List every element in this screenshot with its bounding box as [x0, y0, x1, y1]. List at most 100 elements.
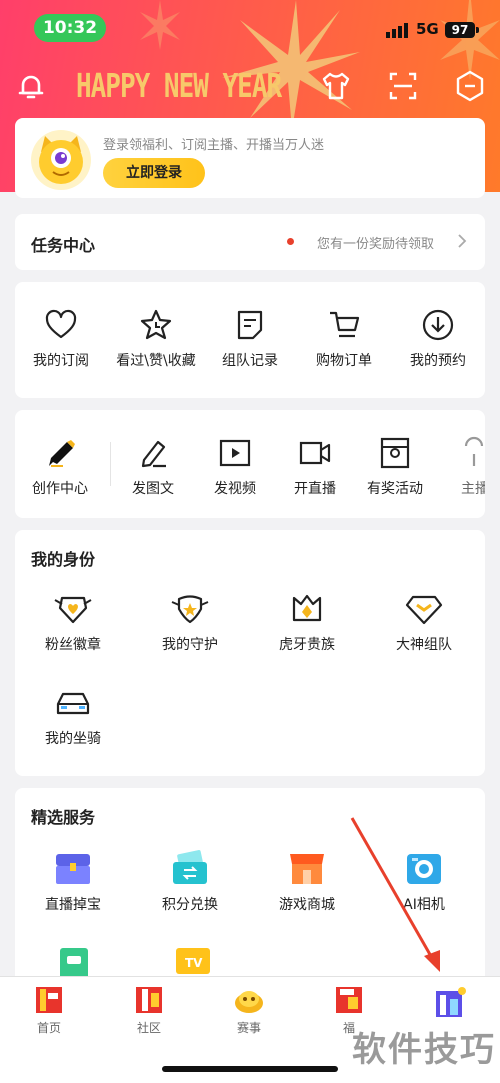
identity-fan-badge[interactable]: 粉丝徽章	[30, 592, 116, 654]
quick-link-label: 购物订单	[316, 353, 372, 369]
tab-home[interactable]: 首页	[9, 985, 89, 1036]
quick-link-label: 组队记录	[222, 353, 278, 369]
watermark-text: 软件技巧	[352, 1030, 496, 1070]
quick-link-history[interactable]: 看过\赞\收藏	[113, 308, 199, 370]
service-ai-camera[interactable]: AI相机	[381, 850, 467, 914]
create-label: 主播	[461, 481, 485, 497]
cart-icon	[330, 311, 360, 338]
edit-icon	[141, 440, 166, 468]
create-label: 发视频	[214, 481, 256, 497]
identity-my-mount[interactable]: 我的坐骑	[30, 686, 116, 748]
quick-link-label: 看过\赞\收藏	[116, 353, 196, 369]
identity-label: 大神组队	[396, 637, 452, 653]
service-game-mall[interactable]: 游戏商城	[264, 850, 350, 914]
create-label: 发图文	[132, 481, 174, 497]
identity-title: 我的身份	[31, 550, 96, 569]
create-label: 有奖活动	[367, 481, 423, 497]
tab-community[interactable]: 社区	[109, 985, 189, 1036]
divider	[110, 442, 111, 486]
services-title: 精选服务	[31, 808, 96, 827]
login-card: 登录领福利、订阅主播、开播当万人迷 立即登录	[15, 118, 485, 198]
status-bar: 10:32 5G 97	[0, 0, 500, 56]
star-clock-icon	[140, 309, 172, 340]
battery-icon: 97	[445, 22, 475, 38]
avatar[interactable]	[29, 128, 93, 192]
heart-icon	[45, 309, 77, 339]
services-card: 精选服务 直播掉宝 积分兑换 游戏商城 AI相机 TV	[15, 788, 485, 988]
prize-events[interactable]: 有奖活动	[355, 436, 435, 498]
quick-links-card: 我的订阅 看过\赞\收藏 组队记录 购物订单 我的预约	[15, 282, 485, 398]
quick-link-reservations[interactable]: 我的预约	[395, 308, 481, 370]
shop-icon	[290, 854, 324, 884]
post-video[interactable]: 发视频	[195, 436, 275, 498]
task-center-card[interactable]: 任务中心 您有一份奖励待领取	[15, 214, 485, 270]
identity-label: 虎牙贵族	[279, 637, 335, 653]
quick-link-orders[interactable]: 购物订单	[301, 308, 387, 370]
guard-icon	[171, 595, 209, 624]
exchange-icon	[173, 850, 207, 884]
status-time: 10:32	[34, 14, 106, 42]
service-label: 积分兑换	[162, 897, 218, 913]
quick-link-team-records[interactable]: 组队记录	[207, 308, 293, 370]
service-label: 直播掉宝	[45, 897, 101, 913]
tab-mine[interactable]	[409, 985, 489, 1023]
camera-icon	[299, 441, 331, 465]
settings-hex-icon[interactable]	[452, 68, 488, 104]
treasure-chest-icon	[56, 854, 90, 884]
note-icon	[237, 310, 263, 340]
home-tab-icon	[36, 987, 62, 1013]
bell-icon[interactable]	[13, 68, 49, 104]
gift-box-icon	[380, 437, 410, 469]
network-type: 5G	[416, 20, 439, 38]
identity-pro-team[interactable]: 大神组队	[381, 592, 467, 654]
identity-label: 粉丝徽章	[45, 637, 101, 653]
new-year-banner: HAPPY NEW YEAR	[76, 68, 282, 106]
service-label: 游戏商城	[279, 897, 335, 913]
service-label: AI相机	[403, 897, 445, 913]
tab-label: 首页	[36, 1021, 61, 1035]
anchor-entry[interactable]: 主播	[435, 436, 485, 498]
quick-link-label: 我的订阅	[33, 353, 89, 369]
tab-label: 赛事	[236, 1021, 261, 1035]
create-label: 创作中心	[32, 481, 88, 497]
car-icon	[56, 692, 90, 715]
task-reward-text[interactable]: 您有一份奖励待领取	[317, 233, 434, 252]
anchor-icon	[464, 436, 484, 466]
fortune-tab-icon	[336, 987, 362, 1013]
signal-icon	[386, 23, 408, 38]
ai-camera-icon	[407, 854, 441, 884]
create-label: 开直播	[294, 481, 336, 497]
svg-text:TV: TV	[185, 956, 203, 970]
chevron-right-icon	[458, 234, 467, 248]
events-tab-icon	[235, 991, 263, 1013]
skin-shirt-icon[interactable]	[318, 68, 354, 104]
tab-events[interactable]: 赛事	[209, 985, 289, 1036]
notification-dot	[287, 238, 294, 245]
quick-link-label: 我的预约	[410, 353, 466, 369]
create-card: 创作中心 发图文 发视频 开直播 有奖活动 主播	[15, 410, 485, 518]
start-live[interactable]: 开直播	[275, 436, 355, 498]
service-points-exchange[interactable]: 积分兑换	[147, 850, 233, 914]
identity-label: 我的守护	[162, 637, 218, 653]
home-indicator	[162, 1066, 338, 1072]
fan-badge-icon	[54, 596, 92, 624]
task-center-title: 任务中心	[31, 236, 96, 255]
video-icon	[219, 439, 251, 467]
post-article[interactable]: 发图文	[113, 436, 193, 498]
battery-tip	[476, 27, 479, 33]
diamond-team-icon	[405, 595, 443, 625]
mine-tab-icon	[436, 987, 466, 1017]
identity-my-guard[interactable]: 我的守护	[147, 592, 233, 654]
login-button[interactable]: 立即登录	[103, 158, 205, 188]
download-circle-icon	[422, 309, 454, 341]
identity-card: 我的身份 粉丝徽章 我的守护 虎牙贵族 大神组队 我的坐骑	[15, 530, 485, 776]
community-tab-icon	[136, 987, 162, 1013]
quick-link-subscriptions[interactable]: 我的订阅	[18, 308, 104, 370]
login-promo-text: 登录领福利、订阅主播、开播当万人迷	[103, 138, 325, 153]
service-live-drop[interactable]: 直播掉宝	[30, 850, 116, 914]
creator-center[interactable]: 创作中心	[20, 436, 100, 498]
pen-icon	[49, 440, 75, 467]
noble-crown-icon	[292, 594, 322, 622]
scan-icon[interactable]	[385, 68, 421, 104]
identity-huya-noble[interactable]: 虎牙贵族	[264, 592, 350, 654]
